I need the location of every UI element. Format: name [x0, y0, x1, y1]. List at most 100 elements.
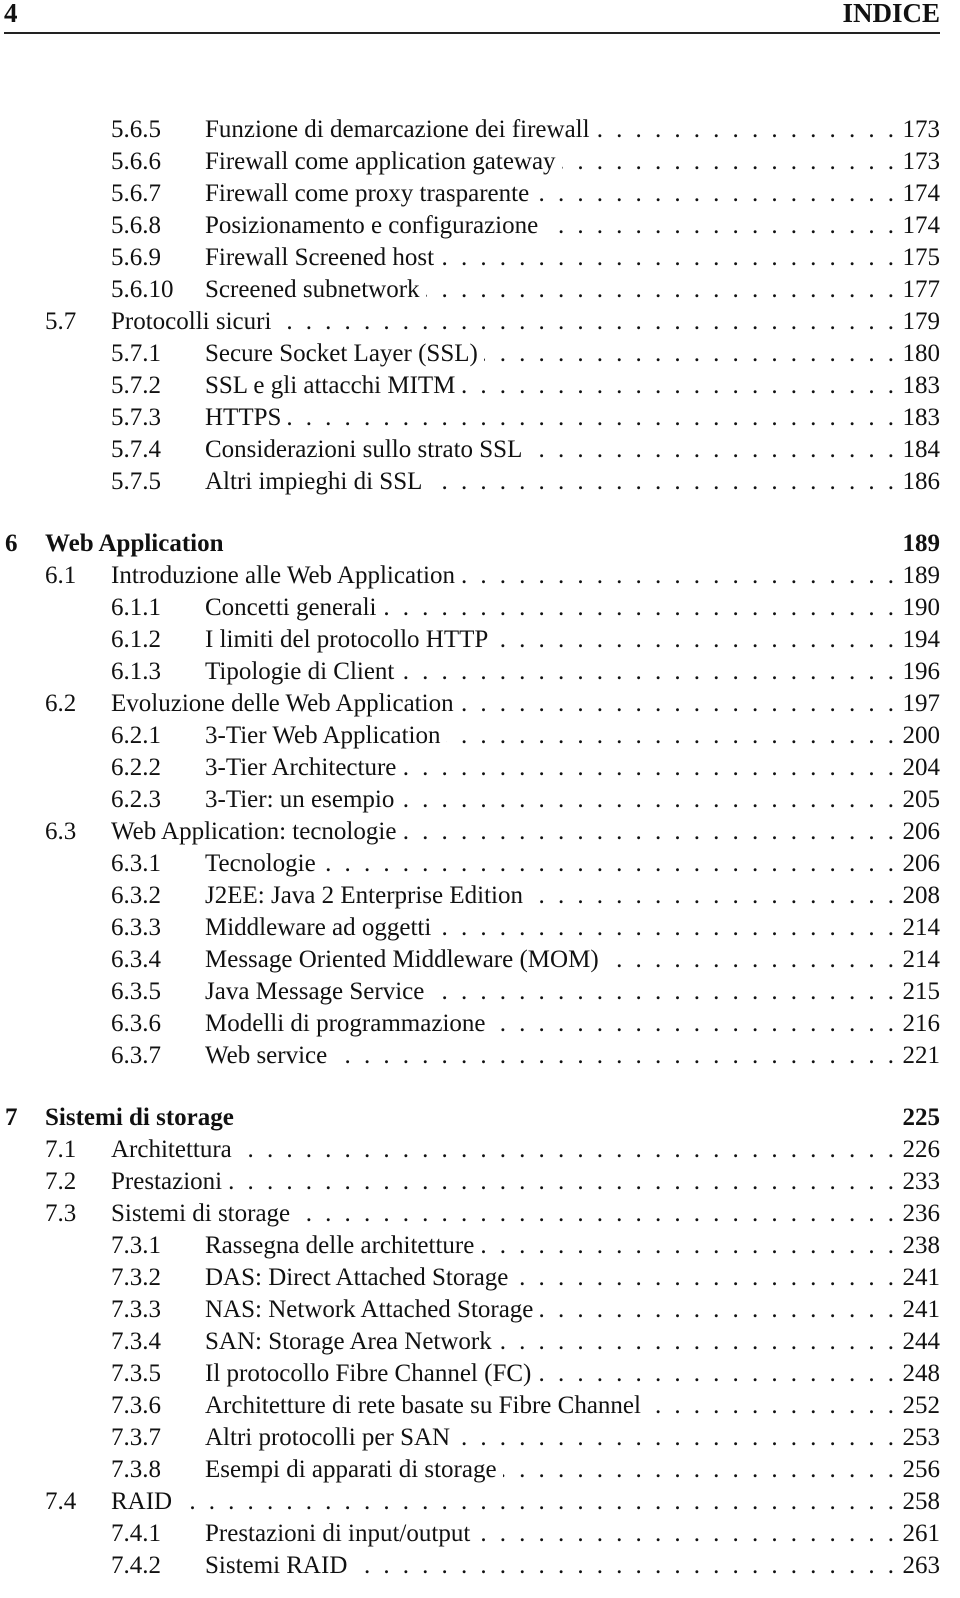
toc-entry-title[interactable]: Message Oriented Middleware (MOM): [205, 944, 605, 976]
toc-subsection-entry[interactable]: 6.1.2 I limiti del protocollo HTTP 194: [0, 624, 960, 656]
toc-subsection-entry[interactable]: 7.3.2 DAS: Direct Attached Storage 241: [0, 1262, 960, 1294]
toc-entry-title[interactable]: 3-Tier: un esempio: [205, 784, 401, 816]
toc-entry-title[interactable]: J2EE: Java 2 Enterprise Edition: [205, 880, 529, 912]
toc-entry-page[interactable]: 179: [894, 306, 941, 338]
toc-entry-title[interactable]: Prestazioni di input/output: [205, 1518, 477, 1550]
toc-subsection-entry[interactable]: 5.7.2 SSL e gli attacchi MITM 183: [0, 370, 960, 402]
toc-subsection-entry[interactable]: 7.3.7 Altri protocolli per SAN 253: [0, 1422, 960, 1454]
toc-entry-page[interactable]: 174: [894, 178, 941, 210]
toc-entry-title[interactable]: Esempi di apparati di storage: [205, 1454, 503, 1486]
toc-entry-title[interactable]: Altri protocolli per SAN: [205, 1422, 457, 1454]
toc-entry-title[interactable]: Web Application: [45, 528, 230, 560]
toc-entry-title[interactable]: RAID: [111, 1486, 179, 1518]
toc-subsection-entry[interactable]: 5.6.10 Screened subnetwork 177: [0, 274, 960, 306]
toc-entry-page[interactable]: 204: [894, 752, 941, 784]
toc-entry-page[interactable]: 214: [894, 944, 941, 976]
toc-entry-title[interactable]: Screened subnetwork: [205, 274, 426, 306]
toc-subsection-entry[interactable]: 6.3.2 J2EE: Java 2 Enterprise Edition 208: [0, 880, 960, 912]
toc-entry-page[interactable]: 173: [894, 146, 941, 178]
toc-entry-page[interactable]: 208: [894, 880, 941, 912]
toc-subsection-entry[interactable]: 6.1.3 Tipologie di Client 196: [0, 656, 960, 688]
toc-subsection-entry[interactable]: 7.3.5 Il protocollo Fibre Channel (FC) 248: [0, 1358, 960, 1390]
toc-entry-page[interactable]: 233: [894, 1166, 941, 1198]
toc-entry-title[interactable]: Firewall Screened host: [205, 242, 441, 274]
toc-entry-page[interactable]: 196: [894, 656, 941, 688]
toc-subsection-entry[interactable]: 5.7.5 Altri impieghi di SSL 186: [0, 466, 960, 498]
toc-entry-page[interactable]: 221: [894, 1040, 941, 1072]
toc-entry-title[interactable]: SAN: Storage Area Network: [205, 1326, 498, 1358]
toc-entry-title[interactable]: Modelli di programmazione: [205, 1008, 492, 1040]
toc-entry-page[interactable]: 205: [894, 784, 941, 816]
toc-entry-page[interactable]: 174: [894, 210, 941, 242]
toc-entry-page[interactable]: 183: [894, 402, 941, 434]
toc-entry-title[interactable]: Posizionamento e configurazione: [205, 210, 545, 242]
toc-entry-page[interactable]: 189: [894, 528, 941, 560]
toc-subsection-entry[interactable]: 5.6.5 Funzione di demarcazione dei firewa…: [0, 114, 960, 146]
toc-entry-title[interactable]: Firewall come proxy trasparente: [205, 178, 536, 210]
toc-entry-title[interactable]: Sistemi di storage: [45, 1102, 240, 1134]
toc-subsection-entry[interactable]: 7.4.2 Sistemi RAID 263: [0, 1550, 960, 1582]
toc-entry-page[interactable]: 206: [894, 848, 941, 880]
toc-subsection-entry[interactable]: 5.6.6 Firewall come application gateway 17…: [0, 146, 960, 178]
toc-entry-page[interactable]: 206: [894, 816, 941, 848]
toc-entry-title[interactable]: Firewall come application gateway: [205, 146, 562, 178]
toc-entry-page[interactable]: 238: [894, 1230, 941, 1262]
toc-entry-page[interactable]: 200: [894, 720, 941, 752]
toc-entry-title[interactable]: HTTPS: [205, 402, 288, 434]
toc-entry-page[interactable]: 226: [894, 1134, 941, 1166]
toc-subsection-entry[interactable]: 6.3.1 Tecnologie 206: [0, 848, 960, 880]
toc-entry-title[interactable]: Sistemi di storage: [111, 1198, 297, 1230]
toc-entry-title[interactable]: 3-Tier Architecture: [205, 752, 403, 784]
toc-entry-page[interactable]: 252: [894, 1390, 941, 1422]
toc-section-entry[interactable]: 5.7 Protocolli sicuri 179: [0, 306, 960, 338]
toc-section-entry[interactable]: 7.4 RAID 258: [0, 1486, 960, 1518]
toc-entry-title[interactable]: Evoluzione delle Web Application: [111, 688, 460, 720]
toc-entry-page[interactable]: 214: [894, 912, 941, 944]
toc-subsection-entry[interactable]: 7.4.1 Prestazioni di input/output 261: [0, 1518, 960, 1550]
toc-entry-title[interactable]: NAS: Network Attached Storage: [205, 1294, 540, 1326]
toc-subsection-entry[interactable]: 7.3.8 Esempi di apparati di storage 256: [0, 1454, 960, 1486]
toc-subsection-entry[interactable]: 7.3.4 SAN: Storage Area Network 244: [0, 1326, 960, 1358]
toc-entry-title[interactable]: 3-Tier Web Application: [205, 720, 447, 752]
toc-entry-title[interactable]: Secure Socket Layer (SSL): [205, 338, 484, 370]
toc-entry-title[interactable]: Concetti generali: [205, 592, 383, 624]
toc-entry-page[interactable]: 215: [894, 976, 941, 1008]
toc-entry-title[interactable]: Architetture di rete basate su Fibre Cha…: [205, 1390, 647, 1422]
toc-entry-page[interactable]: 197: [894, 688, 941, 720]
toc-entry-page[interactable]: 180: [894, 338, 941, 370]
toc-entry-page[interactable]: 190: [894, 592, 941, 624]
toc-subsection-entry[interactable]: 6.3.6 Modelli di programmazione 216: [0, 1008, 960, 1040]
toc-entry-page[interactable]: 189: [894, 560, 941, 592]
toc-entry-page[interactable]: 248: [894, 1358, 941, 1390]
toc-entry-page[interactable]: 175: [894, 242, 941, 274]
toc-section-entry[interactable]: 7.3 Sistemi di storage 236: [0, 1198, 960, 1230]
toc-entry-page[interactable]: 244: [894, 1326, 941, 1358]
toc-subsection-entry[interactable]: 7.3.6 Architetture di rete basate su Fibr…: [0, 1390, 960, 1422]
toc-entry-title[interactable]: Considerazioni sullo strato SSL: [205, 434, 529, 466]
toc-subsection-entry[interactable]: 6.3.3 Middleware ad oggetti 214: [0, 912, 960, 944]
toc-section-entry[interactable]: 7.2 Prestazioni 233: [0, 1166, 960, 1198]
toc-entry-page[interactable]: 177: [894, 274, 941, 306]
toc-entry-title[interactable]: Prestazioni: [111, 1166, 229, 1198]
toc-section-entry[interactable]: 7.1 Architettura 226: [0, 1134, 960, 1166]
toc-entry-title[interactable]: Sistemi RAID: [205, 1550, 354, 1582]
toc-subsection-entry[interactable]: 6.3.4 Message Oriented Middleware (MOM) 21…: [0, 944, 960, 976]
toc-entry-page[interactable]: 256: [894, 1454, 941, 1486]
toc-subsection-entry[interactable]: 6.1.1 Concetti generali 190: [0, 592, 960, 624]
toc-entry-title[interactable]: Rassegna delle architetture: [205, 1230, 481, 1262]
toc-subsection-entry[interactable]: 6.3.7 Web service 221: [0, 1040, 960, 1072]
toc-entry-page[interactable]: 183: [894, 370, 941, 402]
toc-entry-page[interactable]: 186: [894, 466, 941, 498]
toc-entry-title[interactable]: Web service: [205, 1040, 334, 1072]
toc-entry-title[interactable]: Altri impieghi di SSL: [205, 466, 429, 498]
toc-entry-title[interactable]: Tecnologie: [205, 848, 322, 880]
toc-subsection-entry[interactable]: 7.3.3 NAS: Network Attached Storage 241: [0, 1294, 960, 1326]
toc-entry-title[interactable]: Introduzione alle Web Application: [111, 560, 461, 592]
toc-chapter-entry[interactable]: 6 Web Application 189: [0, 528, 960, 560]
toc-subsection-entry[interactable]: 5.6.7 Firewall come proxy trasparente 174: [0, 178, 960, 210]
toc-subsection-entry[interactable]: 6.2.3 3-Tier: un esempio 205: [0, 784, 960, 816]
toc-subsection-entry[interactable]: 5.7.4 Considerazioni sullo strato SSL 184: [0, 434, 960, 466]
toc-subsection-entry[interactable]: 6.2.1 3-Tier Web Application 200: [0, 720, 960, 752]
toc-entry-page[interactable]: 216: [894, 1008, 941, 1040]
toc-entry-title[interactable]: Architettura: [111, 1134, 238, 1166]
